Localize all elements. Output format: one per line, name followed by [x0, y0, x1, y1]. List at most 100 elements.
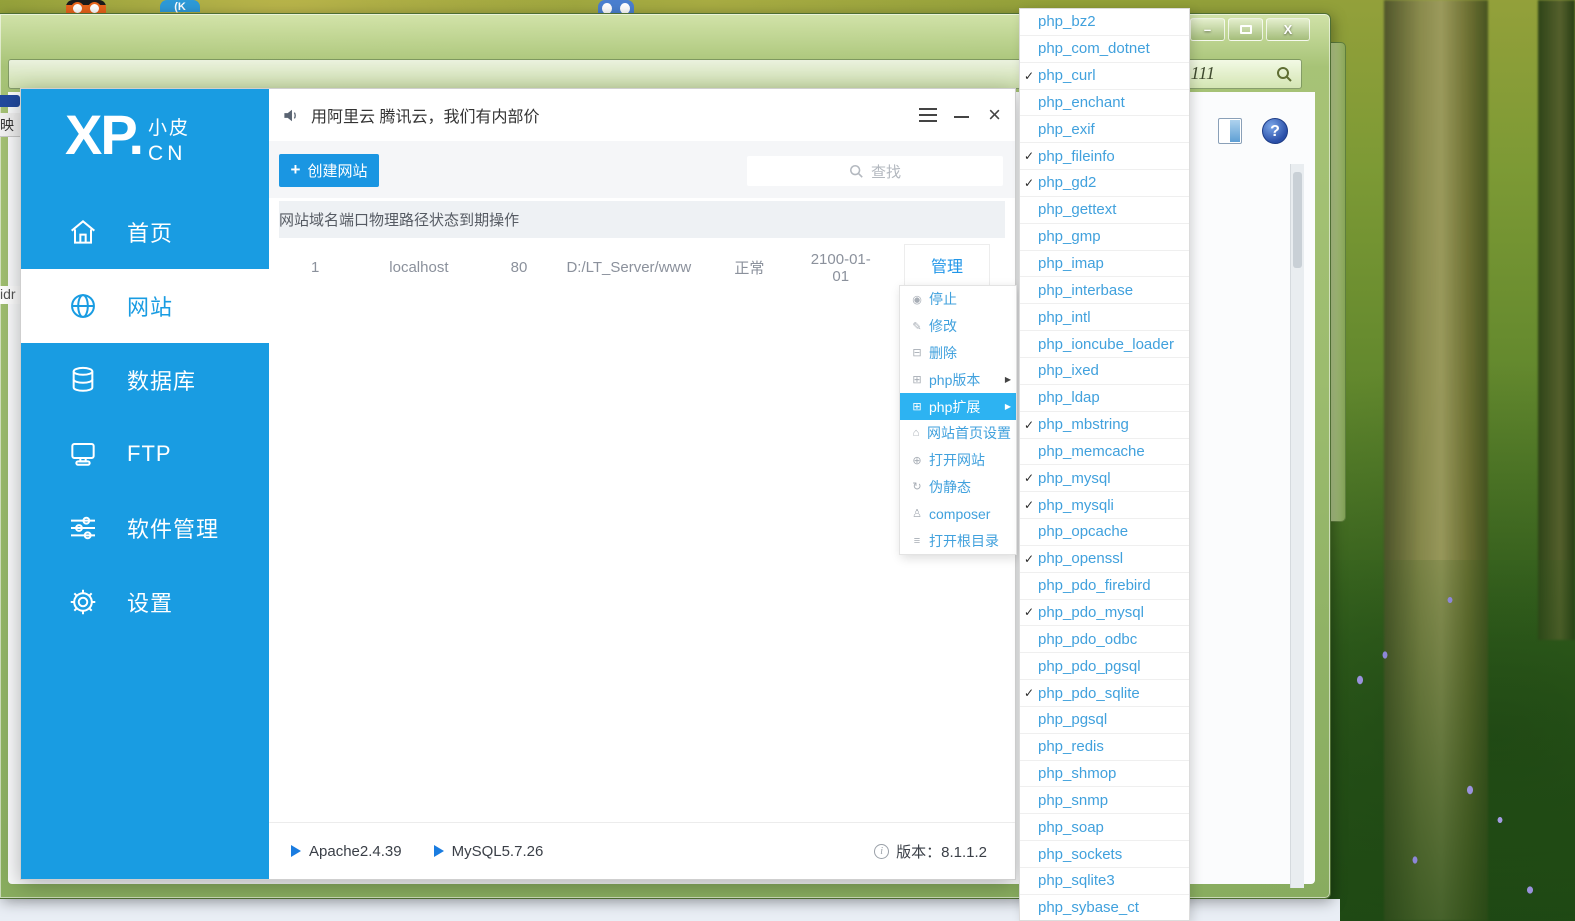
- context-menu-item[interactable]: ⌂ 网站首页设置: [900, 420, 1016, 447]
- minimize-button[interactable]: –: [1190, 18, 1225, 41]
- extension-item[interactable]: ✓ php_gd2: [1020, 170, 1189, 197]
- extension-item[interactable]: php_ioncube_loader: [1020, 331, 1189, 358]
- menu-item-label: composer: [929, 506, 990, 522]
- table-header-cell: 端口: [339, 209, 369, 230]
- sidebar-item-label: 设置: [127, 586, 173, 618]
- close-button[interactable]: ×: [988, 103, 1001, 127]
- extension-item[interactable]: php_imap: [1020, 251, 1189, 278]
- help-icon[interactable]: ?: [1262, 118, 1288, 144]
- desktop-icon[interactable]: (K: [160, 0, 200, 12]
- extension-item[interactable]: ✓ php_pdo_sqlite: [1020, 680, 1189, 707]
- table-header-cell: 状态: [429, 209, 459, 230]
- maximize-button[interactable]: [1228, 18, 1263, 41]
- extension-name: php_memcache: [1038, 443, 1145, 460]
- extension-item[interactable]: php_sqlite3: [1020, 868, 1189, 895]
- menu-icon[interactable]: [919, 108, 937, 126]
- sites-table: 网站域名端口物理路径状态到期操作 1 localhost 80 D:/LT_Se…: [279, 201, 1005, 297]
- context-menu-item[interactable]: ◉ 停止: [900, 286, 1016, 313]
- extension-name: php_ixed: [1038, 362, 1099, 379]
- check-icon: ✓: [1024, 471, 1034, 485]
- sliders-icon: [67, 512, 99, 544]
- search-icon[interactable]: [1276, 66, 1293, 83]
- extension-item[interactable]: ✓ php_pdo_mysql: [1020, 600, 1189, 627]
- create-site-button[interactable]: + 创建网站: [279, 154, 379, 187]
- extension-item[interactable]: php_sybase_ct: [1020, 895, 1189, 921]
- table-header-cell: 网站域名: [279, 209, 339, 230]
- extension-item[interactable]: ✓ php_mysqli: [1020, 492, 1189, 519]
- scrollbar[interactable]: [1290, 164, 1304, 888]
- extension-item[interactable]: php_ixed: [1020, 358, 1189, 385]
- search-input[interactable]: 查找: [747, 156, 1003, 186]
- sidebar-item[interactable]: 软件管理: [21, 491, 269, 565]
- sidebar-item[interactable]: 网站: [21, 269, 269, 343]
- sidebar-item[interactable]: 设置: [21, 565, 269, 639]
- extension-item[interactable]: php_pgsql: [1020, 707, 1189, 734]
- extension-item[interactable]: ✓ php_fileinfo: [1020, 143, 1189, 170]
- context-menu-item[interactable]: ⊞ php扩展 ▶: [900, 393, 1016, 420]
- extension-name: php_redis: [1038, 738, 1104, 755]
- extension-item[interactable]: php_bz2: [1020, 9, 1189, 36]
- sidebar-item[interactable]: 首页: [21, 195, 269, 269]
- extension-item[interactable]: php_pdo_odbc: [1020, 626, 1189, 653]
- extension-item[interactable]: ✓ php_openssl: [1020, 546, 1189, 573]
- extension-name: php_pdo_firebird: [1038, 577, 1151, 594]
- php-extensions-submenu: php_bz2 php_com_dotnet ✓ php_curl php_en…: [1019, 8, 1190, 921]
- extension-item[interactable]: php_sockets: [1020, 841, 1189, 868]
- extension-item[interactable]: php_com_dotnet: [1020, 36, 1189, 63]
- context-menu-item[interactable]: ♙ composer: [900, 500, 1016, 527]
- ad-banner-text[interactable]: 用阿里云 腾讯云，我们有内部价: [311, 103, 539, 127]
- extension-item[interactable]: php_interbase: [1020, 277, 1189, 304]
- extension-item[interactable]: php_pdo_firebird: [1020, 573, 1189, 600]
- desktop-icon[interactable]: [66, 0, 106, 14]
- extension-item[interactable]: php_enchant: [1020, 90, 1189, 117]
- extension-item[interactable]: php_shmop: [1020, 761, 1189, 788]
- sidebar-item[interactable]: 数据库: [21, 343, 269, 417]
- extension-name: php_curl: [1038, 67, 1096, 84]
- extension-name: php_gettext: [1038, 201, 1116, 218]
- context-menu-item[interactable]: ⊕ 打开网站: [900, 447, 1016, 474]
- close-button[interactable]: X: [1266, 18, 1310, 41]
- manage-context-menu: ◉ 停止 ✎ 修改 ⊟ 删除 ⊞ php版本 ▶ ⊞ php扩展 ▶ ⌂: [899, 285, 1017, 555]
- extension-item[interactable]: php_redis: [1020, 734, 1189, 761]
- play-icon: [291, 845, 301, 857]
- address-bar[interactable]: [8, 59, 1136, 89]
- context-menu-item[interactable]: ⊞ php版本 ▶: [900, 366, 1016, 393]
- extension-item[interactable]: php_exif: [1020, 116, 1189, 143]
- mysql-service[interactable]: MySQL5.7.26: [434, 843, 544, 860]
- extension-item[interactable]: ✓ php_mysql: [1020, 465, 1189, 492]
- extension-item[interactable]: php_pdo_pgsql: [1020, 653, 1189, 680]
- extension-name: php_exif: [1038, 121, 1095, 138]
- extension-item[interactable]: ✓ php_curl: [1020, 63, 1189, 90]
- context-menu-item[interactable]: ↻ 伪静态: [900, 474, 1016, 501]
- context-menu-item[interactable]: ⊟ 删除: [900, 340, 1016, 367]
- sidebar-item[interactable]: FTP: [21, 417, 269, 491]
- extension-item[interactable]: php_intl: [1020, 304, 1189, 331]
- table-row[interactable]: 1 localhost 80 D:/LT_Server/www 正常 2100-…: [279, 238, 1005, 297]
- gear-icon: [67, 586, 99, 618]
- extension-name: php_shmop: [1038, 765, 1116, 782]
- check-icon: ✓: [1024, 176, 1034, 190]
- extension-item[interactable]: php_gettext: [1020, 197, 1189, 224]
- scrollbar-thumb[interactable]: [1293, 172, 1302, 268]
- manage-button[interactable]: 管理: [904, 244, 990, 286]
- extension-item[interactable]: php_soap: [1020, 814, 1189, 841]
- apache-service[interactable]: Apache2.4.39: [291, 843, 402, 860]
- desktop-icon[interactable]: [598, 0, 634, 14]
- extension-item[interactable]: php_gmp: [1020, 224, 1189, 251]
- context-menu-item[interactable]: ✎ 修改: [900, 313, 1016, 340]
- extension-item[interactable]: php_snmp: [1020, 787, 1189, 814]
- xp-cn-logo: XP. 小皮 CN: [65, 103, 190, 167]
- extension-name: php_ioncube_loader: [1038, 336, 1174, 353]
- menu-item-icon: ⌂: [909, 427, 923, 439]
- site-status: 正常: [694, 257, 805, 278]
- extension-item[interactable]: ✓ php_mbstring: [1020, 412, 1189, 439]
- extension-name: php_pdo_mysql: [1038, 604, 1144, 621]
- page-layout-icon[interactable]: [1218, 118, 1242, 144]
- extension-item[interactable]: php_memcache: [1020, 439, 1189, 466]
- background-window-frame-edge: [1331, 42, 1346, 522]
- extension-item[interactable]: php_ldap: [1020, 385, 1189, 412]
- minimize-button[interactable]: [954, 116, 969, 118]
- extension-name: php_pgsql: [1038, 711, 1107, 728]
- extension-item[interactable]: php_opcache: [1020, 519, 1189, 546]
- context-menu-item[interactable]: ≡ 打开根目录: [900, 527, 1016, 554]
